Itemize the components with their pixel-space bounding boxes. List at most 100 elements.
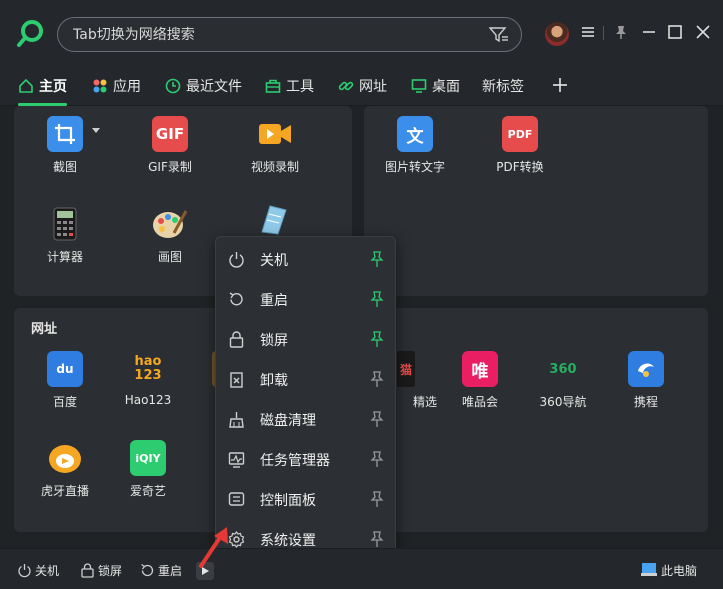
app-label: PDF转换 <box>496 160 544 174</box>
tab-label: 应用 <box>113 79 141 95</box>
pin-icon[interactable] <box>370 251 384 268</box>
ctrip-icon <box>628 351 664 387</box>
clock-icon <box>165 78 181 94</box>
app-image-to-text[interactable]: 文 图片转文字 <box>370 116 460 175</box>
restart-button[interactable]: 重启 <box>140 562 182 578</box>
tab-bar: 主页 应用 最近文件 工具 网址 桌面 新标签 <box>0 66 723 106</box>
search-logo-icon[interactable] <box>16 18 46 48</box>
site-label: Hao123 <box>124 393 172 407</box>
control-panel-icon <box>228 492 245 506</box>
tab-websites[interactable]: 网址 <box>338 75 387 97</box>
menu-item-restart[interactable]: 重启 <box>216 279 397 319</box>
avatar[interactable] <box>545 22 569 46</box>
pin-icon[interactable] <box>370 491 384 508</box>
crop-icon <box>47 116 83 152</box>
divider <box>603 26 604 40</box>
menu-item-control-panel[interactable]: 控制面板 <box>216 479 397 519</box>
site-360[interactable]: 360 360导航 <box>518 351 608 410</box>
menu-item-uninstall[interactable]: 卸载 <box>216 359 397 399</box>
tab-label: 网址 <box>359 79 387 95</box>
pin-icon[interactable] <box>370 371 384 388</box>
app-calculator[interactable]: 计算器 <box>20 206 110 265</box>
site-ctrip[interactable]: 携程 <box>601 351 691 410</box>
search-box[interactable] <box>57 17 522 52</box>
shutdown-button[interactable]: 关机 <box>17 562 59 578</box>
tab-recent-files[interactable]: 最近文件 <box>165 75 242 97</box>
baidu-icon: du <box>47 351 83 387</box>
calculator-icon <box>47 206 83 242</box>
websites-title: 网址 <box>31 322 58 337</box>
pin-icon[interactable] <box>370 451 384 468</box>
app-paint[interactable]: 画图 <box>125 206 215 265</box>
site-label: 携程 <box>633 395 658 409</box>
lock-button[interactable]: 锁屏 <box>80 562 122 578</box>
menu-label: 控制面板 <box>260 493 316 509</box>
pdf-icon: PDF <box>502 116 538 152</box>
app-screenshot[interactable]: 截图 <box>20 116 110 175</box>
menu-item-disk-cleanup[interactable]: 磁盘清理 <box>216 399 397 439</box>
pin-icon[interactable] <box>370 531 384 548</box>
pin-icon[interactable] <box>613 24 629 40</box>
site-iqiyi[interactable]: iQIY 爱奇艺 <box>103 440 193 499</box>
tmall-icon: 猫 <box>397 351 415 387</box>
site-label: 虎牙直播 <box>40 484 89 498</box>
restart-icon <box>141 563 154 576</box>
app-pdf-convert[interactable]: PDF PDF转换 <box>475 116 565 175</box>
tab-label: 工具 <box>286 79 314 95</box>
search-input[interactable] <box>73 18 473 51</box>
gif-icon: GIF <box>152 116 188 152</box>
pin-icon[interactable] <box>370 411 384 428</box>
power-icon <box>229 252 244 268</box>
tab-label: 主页 <box>39 79 67 95</box>
tab-label: 桌面 <box>432 79 460 95</box>
this-pc-button[interactable]: 此电脑 <box>640 562 697 578</box>
close-icon[interactable] <box>695 24 711 40</box>
power-menu: 关机 重启 锁屏 卸载 磁盘清理 任务管理器 控制面板 系统设置 <box>215 236 396 561</box>
menu-icon[interactable] <box>580 24 596 40</box>
huya-icon <box>47 440 83 476</box>
apps-icon <box>93 79 107 93</box>
tab-home[interactable]: 主页 <box>18 75 67 106</box>
menu-label: 任务管理器 <box>260 453 330 469</box>
add-tab-icon[interactable] <box>552 77 568 93</box>
task-manager-icon <box>228 452 245 468</box>
hao123-icon: hao 123 <box>134 354 162 383</box>
home-icon <box>19 78 33 93</box>
menu-item-task-manager[interactable]: 任务管理器 <box>216 439 397 479</box>
menu-item-lock[interactable]: 锁屏 <box>216 319 397 359</box>
menu-label: 系统设置 <box>260 533 316 549</box>
lock-icon <box>229 331 244 348</box>
menu-item-shutdown[interactable]: 关机 <box>216 239 397 279</box>
menu-label: 重启 <box>260 293 288 309</box>
chevron-down-icon[interactable] <box>92 128 100 133</box>
link-icon <box>338 81 354 91</box>
tab-apps[interactable]: 应用 <box>92 75 141 97</box>
app-label: 图片转文字 <box>384 160 445 174</box>
notepad-icon[interactable] <box>256 204 290 236</box>
tab-desktop[interactable]: 桌面 <box>411 75 460 97</box>
button-label: 此电脑 <box>661 563 698 578</box>
computer-icon <box>641 563 657 576</box>
menu-label: 卸载 <box>260 373 288 389</box>
tab-label: 最近文件 <box>186 79 242 95</box>
app-gif-record[interactable]: GIF GIF录制 <box>125 116 215 175</box>
broom-icon <box>229 412 244 428</box>
pin-icon[interactable] <box>370 291 384 308</box>
pin-icon[interactable] <box>370 331 384 348</box>
site-vip[interactable]: 唯 唯品会 <box>435 351 525 410</box>
app-label: GIF录制 <box>148 160 192 174</box>
360-icon: 360 <box>549 361 577 377</box>
app-label: 截图 <box>52 160 77 174</box>
app-video-record[interactable]: 视频录制 <box>230 116 320 175</box>
tab-new-tab[interactable]: 新标签 <box>482 75 524 97</box>
button-label: 锁屏 <box>98 563 123 578</box>
site-huya[interactable]: 虎牙直播 <box>20 440 110 499</box>
minimize-icon[interactable] <box>641 24 657 40</box>
tab-tools[interactable]: 工具 <box>265 75 314 97</box>
monitor-icon <box>411 79 427 93</box>
site-hao123[interactable]: hao 123 Hao123 <box>103 351 193 408</box>
maximize-icon[interactable] <box>667 24 683 40</box>
site-baidu[interactable]: du 百度 <box>20 351 110 410</box>
uninstall-icon <box>230 372 243 388</box>
filter-icon[interactable] <box>489 26 509 44</box>
